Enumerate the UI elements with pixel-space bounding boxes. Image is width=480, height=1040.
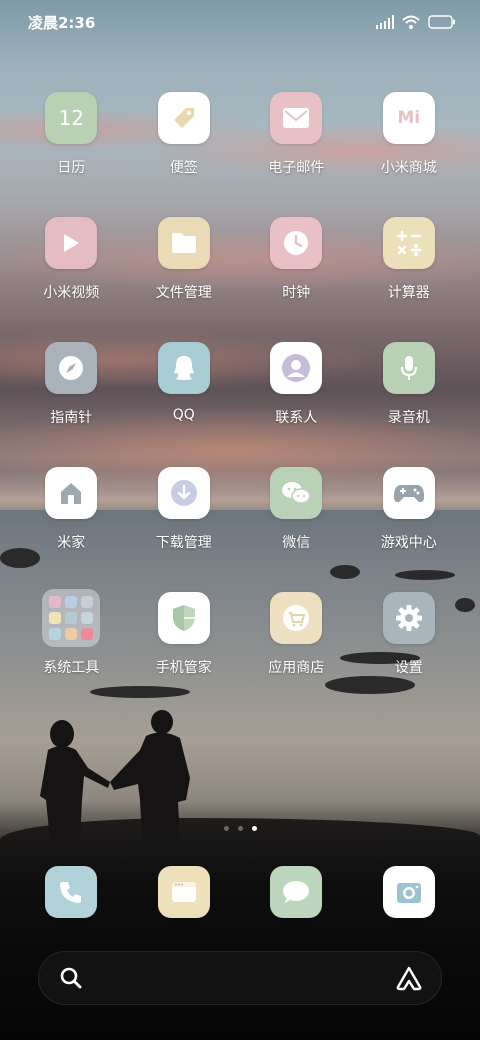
app-downloads[interactable]: 下载管理: [128, 467, 241, 592]
app-calculator[interactable]: 计算器: [353, 217, 466, 342]
app-mi-video[interactable]: 小米视频: [15, 217, 128, 342]
app-label: 下载管理: [155, 535, 212, 551]
app-contacts[interactable]: 联系人: [240, 342, 353, 467]
app-qq[interactable]: QQ: [128, 342, 241, 467]
notes-tag-icon[interactable]: [157, 92, 210, 144]
video-play-icon[interactable]: [45, 217, 98, 269]
app-label: 联系人: [275, 410, 318, 426]
wallpaper-beach: [0, 818, 480, 1040]
app-label: 小米视频: [43, 285, 100, 301]
app-label: 系统工具: [43, 660, 100, 676]
app-label: 微信: [282, 535, 311, 551]
status-icons: [376, 15, 456, 29]
camera-icon[interactable]: [382, 866, 435, 918]
page-dot[interactable]: [237, 826, 243, 831]
mi-store-icon[interactable]: Mi: [382, 92, 435, 144]
calendar-date: 12: [58, 106, 84, 130]
app-label: 米家: [57, 535, 86, 551]
app-game-center[interactable]: 游戏中心: [353, 467, 466, 592]
app-mi-store[interactable]: Mi 小米商城: [353, 92, 466, 217]
wifi-icon: [402, 15, 420, 29]
app-label: 录音机: [387, 410, 430, 426]
mi-logo-text: Mi: [397, 108, 421, 128]
couple-silhouette: [40, 710, 190, 840]
app-label: 手机管家: [155, 660, 212, 676]
clock-icon[interactable]: [270, 217, 323, 269]
app-wechat[interactable]: 微信: [240, 467, 353, 592]
calculator-icon[interactable]: [382, 217, 435, 269]
app-app-store[interactable]: 应用商店: [240, 592, 353, 717]
shield-icon[interactable]: [157, 592, 210, 644]
app-calendar[interactable]: 12 日历: [15, 92, 128, 217]
signal-icon: [376, 15, 394, 29]
app-notes[interactable]: 便签: [128, 92, 241, 217]
folder-group-icon[interactable]: [42, 589, 101, 647]
app-grid: 12 日历 便签 电子邮件 Mi 小米商城 小米视频 文件管理 时钟 计算器 指…: [15, 92, 465, 717]
contact-icon[interactable]: [270, 342, 323, 394]
app-email[interactable]: 电子邮件: [240, 92, 353, 217]
app-label: 文件管理: [155, 285, 212, 301]
message-icon[interactable]: [270, 866, 323, 918]
app-clock[interactable]: 时钟: [240, 217, 353, 342]
app-label: 电子邮件: [268, 160, 325, 176]
app-settings[interactable]: 设置: [353, 592, 466, 717]
app-file-manager[interactable]: 文件管理: [128, 217, 241, 342]
app-label: QQ: [172, 407, 195, 423]
gear-icon[interactable]: [382, 592, 435, 644]
battery-icon: [428, 15, 455, 29]
download-icon[interactable]: [157, 467, 210, 519]
app-label: 游戏中心: [380, 535, 437, 551]
app-security[interactable]: 手机管家: [128, 592, 241, 717]
app-label: 设置: [394, 660, 423, 676]
app-compass[interactable]: 指南针: [15, 342, 128, 467]
app-label: 小米商城: [380, 160, 437, 176]
microphone-icon[interactable]: [382, 342, 435, 394]
status-time: 凌晨2:36: [28, 13, 96, 32]
home-icon[interactable]: [45, 467, 98, 519]
app-mijia[interactable]: 米家: [15, 467, 128, 592]
status-bar: 凌晨2:36: [0, 0, 480, 44]
calendar-icon[interactable]: 12: [45, 92, 98, 144]
app-label: 便签: [169, 160, 198, 176]
folder-icon[interactable]: [157, 217, 210, 269]
app-label: 时钟: [282, 285, 311, 301]
gamepad-icon[interactable]: [382, 467, 435, 519]
search-input[interactable]: [95, 968, 383, 988]
search-bar[interactable]: [38, 951, 442, 1005]
app-label: 日历: [57, 160, 86, 176]
compass-icon[interactable]: [45, 342, 98, 394]
search-icon[interactable]: [59, 966, 83, 990]
mail-icon[interactable]: [270, 92, 323, 144]
page-dot-active[interactable]: [251, 826, 257, 831]
app-label: 计算器: [387, 285, 430, 301]
browser-icon[interactable]: [157, 866, 210, 918]
shopping-cart-icon[interactable]: [270, 592, 323, 644]
page-dot[interactable]: [223, 826, 229, 831]
folder-system-tools[interactable]: 系统工具: [15, 589, 128, 717]
qq-penguin-icon[interactable]: [157, 342, 210, 394]
app-label: 应用商店: [268, 660, 325, 676]
app-recorder[interactable]: 录音机: [353, 342, 466, 467]
page-indicator: [0, 826, 480, 831]
wechat-icon[interactable]: [270, 467, 323, 519]
dock: [15, 866, 465, 918]
app-label: 指南针: [50, 410, 93, 426]
phone-icon[interactable]: [45, 866, 98, 918]
assistant-icon[interactable]: [395, 965, 423, 991]
